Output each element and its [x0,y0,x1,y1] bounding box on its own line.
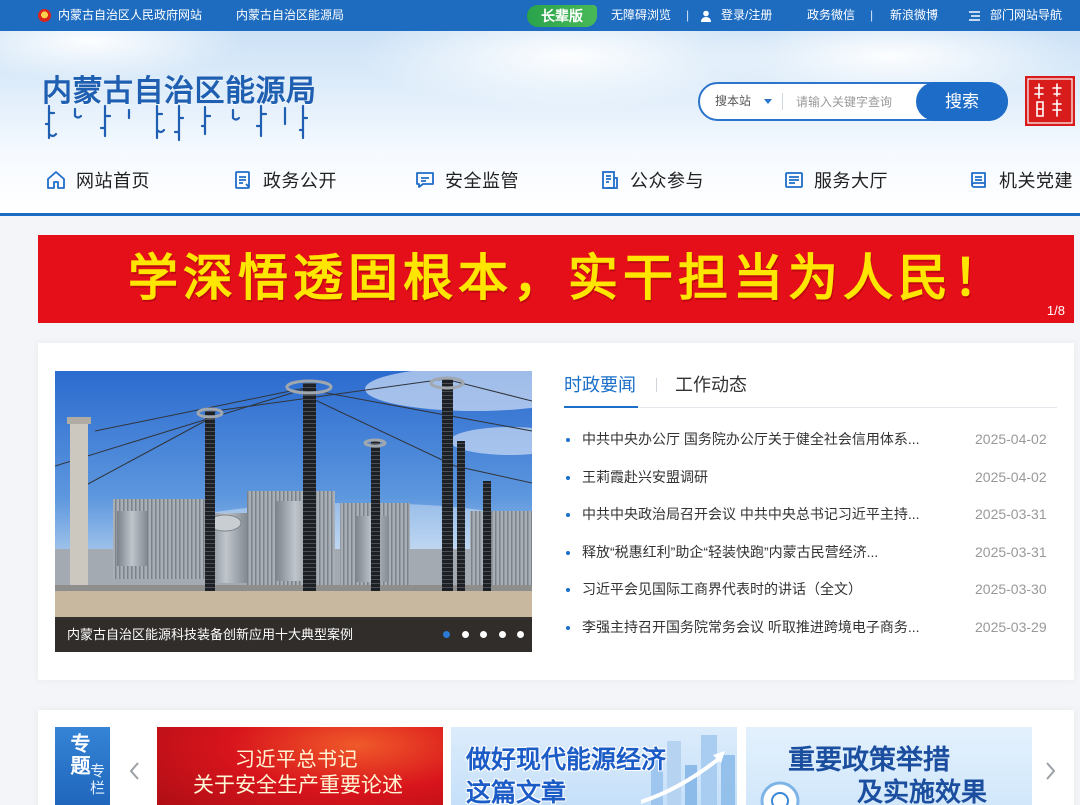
chevron-right-icon[interactable] [1044,760,1058,782]
news-title[interactable]: 习近平会见国际工商界代表时的讲话（全文） [582,571,862,609]
news-title[interactable]: 中共中央办公厅 国务院办公厅关于健全社会信用体系... [582,421,920,459]
tab-current-politics[interactable]: 时政要闻 [564,373,636,397]
news-date: 2025-04-02 [975,431,1047,447]
nav-item-party[interactable]: 机关党建 [968,160,1073,200]
bullet-icon [566,513,570,518]
topic-card-line: 及实施效果 [857,777,988,805]
menu-icon [969,11,980,21]
banner-pager: 1/8 [1046,303,1065,318]
carousel-dot[interactable] [462,631,469,638]
topic-card-energy-economy[interactable]: 做好现代能源经济 这篇文章 [451,727,737,805]
nav-item-label: 服务大厅 [814,171,888,191]
news-section: 内蒙古自治区能源科技装备创新应用十大典型案例 时政要闻 工作动态 中共中央办公厅… [38,343,1074,680]
search-button[interactable]: 搜索 [916,82,1008,121]
carousel-caption-bar: 内蒙古自治区能源科技装备创新应用十大典型案例 [55,617,532,652]
carousel[interactable]: 内蒙古自治区能源科技装备创新应用十大典型案例 [55,371,532,652]
divider [782,93,783,110]
divider: | [686,8,690,22]
carousel-dot[interactable] [480,631,487,638]
nav-item-label: 安全监管 [445,171,519,191]
topic-card-line: 做好现代能源经济 [466,746,667,774]
topics-label-part: 专栏 [88,763,105,797]
list-item[interactable]: 王莉霞赴兴安盟调研 2025-04-02 [564,459,1057,497]
list-item[interactable]: 李强主持召开国务院常务会议 听取推进跨境电子商务... 2025-03-29 [564,609,1057,647]
login-link[interactable]: 登录/注册 [721,0,772,31]
bullet-icon [566,475,570,480]
bullet-icon [566,438,570,442]
bullet-icon [566,625,570,630]
home-icon [47,171,65,189]
mongolian-script-logo [45,104,309,142]
active-tab-indicator [564,406,638,408]
tab-divider [656,378,657,392]
news-title[interactable]: 王莉霞赴兴安盟调研 [582,459,708,497]
topic-card-line: 这篇文章 [466,779,567,805]
wechat-link[interactable]: 政务微信 [807,0,855,31]
dept-nav-link[interactable]: 部门网站导航 [990,0,1062,31]
search-input[interactable] [796,90,911,113]
badge-icon [760,781,800,805]
topics-section: 专题 专栏 习近平总书记 关于安全生产重要论述 做好现代能源经济 这篇文章 重要… [38,710,1074,805]
list-item[interactable]: 中共中央办公厅 国务院办公厅关于健全社会信用体系... 2025-04-02 [564,421,1057,459]
carousel-dot[interactable] [517,631,524,638]
news-title[interactable]: 释放“税惠红利”助企“轻装快跑”内蒙古民营经济... [582,534,878,572]
bureau-site-link[interactable]: 内蒙古自治区能源局 [236,0,344,31]
user-icon [701,10,711,22]
chat-icon [416,172,434,188]
carousel-dot[interactable] [443,631,450,638]
topic-card-line: 习近平总书记 [235,749,358,771]
news-date: 2025-03-30 [975,581,1047,598]
divider: | [870,8,874,22]
elder-mode-button[interactable]: 长辈版 [527,5,597,27]
gov-site-link[interactable]: 内蒙古自治区人民政府网站 [58,0,202,31]
news-title[interactable]: 李强主持召开国务院常务会议 听取推进跨境电子商务... [582,609,920,647]
search-scope-select[interactable]: 搜本站 [715,84,751,119]
list-item[interactable]: 释放“税惠红利”助企“轻装快跑”内蒙古民营经济... 2025-03-31 [564,534,1057,572]
document-icon [235,171,250,189]
topic-card-policy[interactable]: 重要政策举措 及实施效果 [746,727,1032,805]
news-date: 2025-03-31 [975,506,1047,523]
list-icon [602,171,618,189]
topic-card-safety[interactable]: 习近平总书记 关于安全生产重要论述 [157,727,443,805]
news-list: 中共中央办公厅 国务院办公厅关于健全社会信用体系... 2025-04-02 王莉… [564,421,1057,647]
nav-item-label: 政务公开 [263,171,337,191]
substation-photo [55,371,532,652]
news-date: 2025-04-02 [975,468,1047,485]
red-seal-logo [1025,76,1075,126]
nav-divider [0,213,1080,216]
nav-item-safety[interactable]: 安全监管 [414,160,519,200]
nav-item-home[interactable]: 网站首页 [45,160,150,200]
nav-item-gov-affairs[interactable]: 政务公开 [232,160,337,200]
nav-item-label: 网站首页 [76,171,150,191]
nav-item-public[interactable]: 公众参与 [599,160,704,200]
search-box: 搜本站 搜索 [698,82,1008,121]
carousel-dot[interactable] [499,631,506,638]
national-emblem-icon [38,9,51,22]
nav-item-label: 机关党建 [999,171,1073,191]
news-date: 2025-03-31 [975,543,1047,560]
news-title[interactable]: 中共中央政治局召开会议 中共中央总书记习近平主持... [582,496,920,534]
bullet-icon [566,588,570,593]
weibo-link[interactable]: 新浪微博 [890,0,938,31]
topic-card-line: 关于安全生产重要论述 [193,774,403,797]
news-date: 2025-03-29 [975,618,1047,635]
nav-item-service[interactable]: 服务大厅 [783,160,888,200]
chevron-left-icon[interactable] [127,760,141,782]
main-nav: 网站首页 政务公开 安全监管 公众参与 服务大厅 机关党建 [0,160,1080,200]
site-header: 内蒙古自治区能源局 搜本站 搜索 网站首页 [0,31,1080,213]
id-card-icon [785,172,803,188]
tab-work-news[interactable]: 工作动态 [675,373,747,397]
banner-slogan: 学深悟透固根本，实干担当为人民！ [128,250,1008,306]
bullet-icon [566,550,570,555]
book-icon [971,172,986,188]
topics-label[interactable]: 专题 专栏 [55,727,110,805]
top-bar: 内蒙古自治区人民政府网站 内蒙古自治区能源局 长辈版 无障碍浏览 | 登录/注册… [0,0,1080,31]
list-item[interactable]: 中共中央政治局召开会议 中共中央总书记习近平主持... 2025-03-31 [564,496,1057,534]
chevron-down-icon[interactable] [764,99,772,104]
list-item[interactable]: 习近平会见国际工商界代表时的讲话（全文） 2025-03-30 [564,571,1057,609]
nav-item-label: 公众参与 [630,171,704,191]
slogan-banner[interactable]: 学深悟透固根本，实干担当为人民！ 1/8 [38,235,1074,323]
carousel-caption[interactable]: 内蒙古自治区能源科技装备创新应用十大典型案例 [67,617,353,652]
accessibility-link[interactable]: 无障碍浏览 [611,0,671,31]
